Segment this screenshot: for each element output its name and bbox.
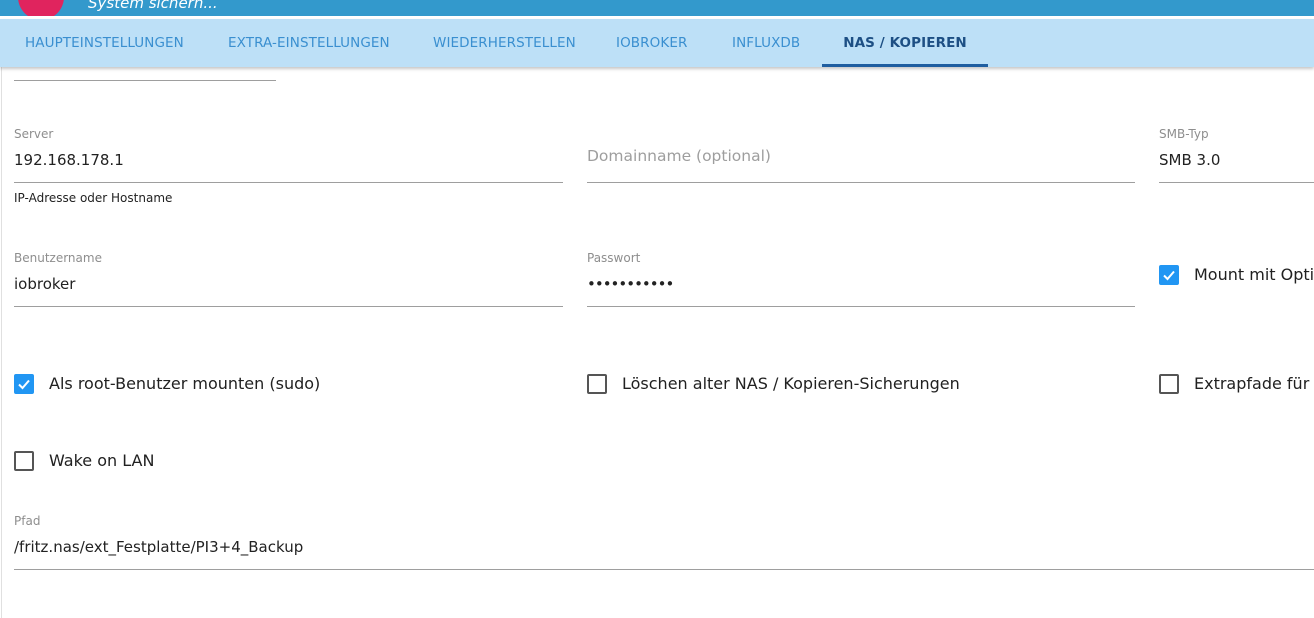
checkbox-unchecked-icon <box>14 451 34 471</box>
server-underline <box>14 182 563 183</box>
username-label: Benutzername <box>14 251 102 265</box>
checkbox-unchecked-icon <box>587 374 607 394</box>
domain-input[interactable]: Domainname (optional) <box>587 147 771 165</box>
delete-old-checkbox[interactable]: Löschen alter NAS / Kopieren-Sicherungen <box>587 374 987 396</box>
tab-bar: HAUPTEINSTELLUNGEN EXTRA-EINSTELLUNGEN W… <box>0 19 1314 67</box>
tab-iobroker[interactable]: IOBROKER <box>616 19 687 67</box>
active-tab-indicator <box>822 64 988 67</box>
checkbox-checked-icon <box>1159 265 1179 285</box>
server-label: Server <box>14 127 54 141</box>
delete-old-label: Löschen alter NAS / Kopieren-Sicherungen <box>622 374 960 393</box>
smb-type-value[interactable]: SMB 3.0 <box>1159 151 1220 169</box>
extra-paths-label: Extrapfade für a <box>1194 374 1314 393</box>
domain-underline <box>587 182 1135 183</box>
password-input[interactable]: ••••••••••• <box>587 275 674 293</box>
previous-field-underline <box>14 80 276 81</box>
sudo-label: Als root-Benutzer mounten (sudo) <box>49 374 321 393</box>
username-underline <box>14 306 563 307</box>
server-field[interactable]: Server 192.168.178.1 IP-Adresse oder Hos… <box>14 127 563 217</box>
settings-panel: Server 192.168.178.1 IP-Adresse oder Hos… <box>1 67 1314 618</box>
wake-on-lan-checkbox[interactable]: Wake on LAN <box>14 451 214 473</box>
tab-influxdb[interactable]: INFLUXDB <box>732 19 800 67</box>
password-field[interactable]: Passwort ••••••••••• <box>587 251 1135 311</box>
tab-wiederherstellen[interactable]: WIEDERHERSTELLEN <box>433 19 576 67</box>
tab-extra-einstellungen[interactable]: EXTRA-EINSTELLUNGEN <box>228 19 390 67</box>
app-subtitle: System sichern... <box>88 0 218 12</box>
sudo-checkbox[interactable]: Als root-Benutzer mounten (sudo) <box>14 374 334 396</box>
username-input[interactable]: iobroker <box>14 275 75 293</box>
app-header: System sichern... <box>0 0 1314 16</box>
tab-nas-kopieren[interactable]: NAS / KOPIEREN <box>822 19 988 67</box>
server-input[interactable]: 192.168.178.1 <box>14 151 124 169</box>
password-label: Passwort <box>587 251 641 265</box>
wake-on-lan-label: Wake on LAN <box>49 451 155 470</box>
app-logo <box>18 0 64 16</box>
path-input[interactable]: /fritz.nas/ext_Festplatte/PI3+4_Backup <box>14 538 303 556</box>
smb-type-select[interactable]: SMB-Typ SMB 3.0 <box>1159 127 1314 187</box>
mount-options-checkbox[interactable]: Mount mit Optio <box>1159 265 1314 287</box>
smb-type-label: SMB-Typ <box>1159 127 1209 141</box>
username-field[interactable]: Benutzername iobroker <box>14 251 563 311</box>
server-helper-text: IP-Adresse oder Hostname <box>14 191 173 205</box>
password-underline <box>587 306 1135 307</box>
checkbox-checked-icon <box>14 374 34 394</box>
extra-paths-checkbox[interactable]: Extrapfade für a <box>1159 374 1314 396</box>
path-label: Pfad <box>14 514 41 528</box>
path-underline <box>14 569 1314 570</box>
path-field[interactable]: Pfad /fritz.nas/ext_Festplatte/PI3+4_Bac… <box>14 514 1314 574</box>
checkbox-unchecked-icon <box>1159 374 1179 394</box>
domain-field[interactable]: Domainname (optional) <box>587 127 1135 187</box>
mount-options-label: Mount mit Optio <box>1194 265 1314 284</box>
tab-haupteinstellungen[interactable]: HAUPTEINSTELLUNGEN <box>25 19 184 67</box>
smb-type-underline <box>1159 182 1314 183</box>
